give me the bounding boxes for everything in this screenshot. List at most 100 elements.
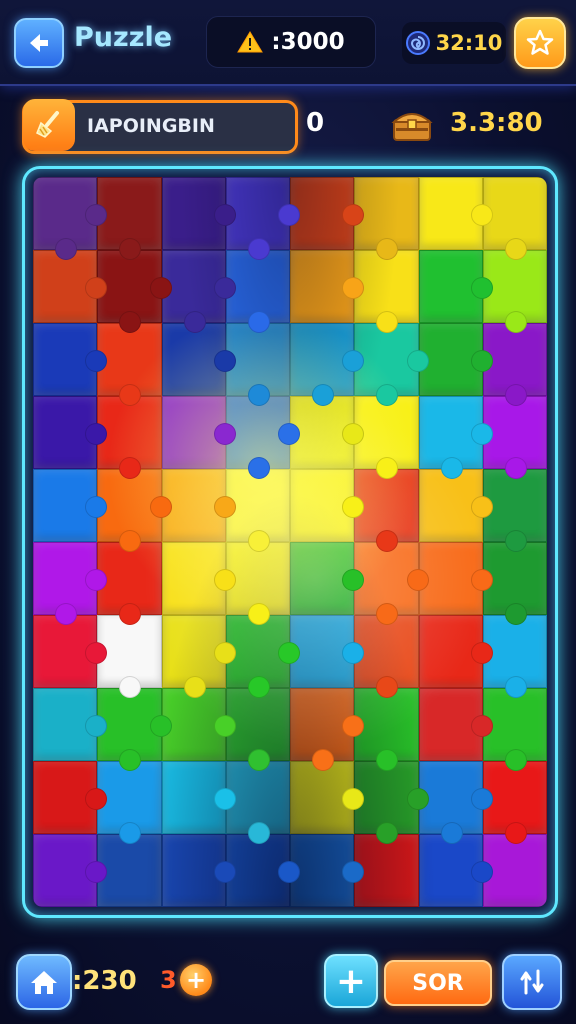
puzzle-piece[interactable] — [418, 177, 493, 250]
puzzle-piece[interactable] — [161, 396, 236, 469]
piece-tab — [504, 311, 527, 333]
timer-display: :3000 — [206, 16, 376, 68]
piece-tab — [470, 860, 493, 883]
piece-tab — [213, 422, 236, 445]
star-button[interactable] — [514, 17, 566, 69]
broom-button[interactable] — [23, 99, 75, 151]
puzzle-piece[interactable] — [161, 834, 236, 907]
piece-tab — [247, 676, 270, 698]
piece-tab — [504, 676, 527, 698]
piece-tab — [85, 276, 108, 299]
coin-counter: 32:10 — [402, 22, 506, 64]
puzzle-piece[interactable] — [290, 688, 365, 771]
piece-tab — [247, 384, 270, 406]
puzzle-piece[interactable] — [33, 177, 108, 260]
puzzle-piece[interactable] — [33, 615, 108, 688]
add-button[interactable]: + — [324, 954, 378, 1008]
piece-tab — [85, 495, 108, 518]
piece-tab — [149, 714, 172, 737]
puzzle-piece[interactable] — [290, 761, 365, 834]
piece-tab — [213, 641, 236, 664]
puzzle-piece[interactable] — [33, 688, 108, 761]
level-label: IAPOINGBIN — [87, 115, 215, 137]
piece-tab — [470, 276, 493, 299]
piece-tab — [406, 568, 429, 591]
piece-tab — [342, 349, 365, 372]
piece-tab — [55, 603, 78, 625]
shuffle-button[interactable] — [502, 954, 562, 1010]
piece-tab — [247, 530, 270, 552]
piece-tab — [470, 203, 493, 226]
puzzle-piece[interactable] — [33, 469, 108, 542]
piece-tab — [278, 203, 300, 226]
piece-tab — [504, 749, 527, 771]
puzzle-piece[interactable] — [290, 323, 365, 406]
moves-counter: :230 — [72, 958, 160, 1004]
piece-tab — [85, 860, 108, 883]
level-bar: IAPOINGBIN — [22, 99, 298, 154]
home-button[interactable] — [16, 954, 72, 1010]
piece-tab — [342, 641, 365, 664]
coin-value: 32:10 — [435, 31, 503, 55]
piece-tab — [213, 568, 236, 591]
piece-tab — [342, 276, 365, 299]
treasure-chest-icon — [391, 113, 433, 141]
piece-tab — [406, 349, 429, 372]
add-hint-button[interactable]: + — [180, 964, 212, 996]
puzzle-piece[interactable] — [161, 761, 236, 834]
piece-tab — [342, 422, 365, 445]
puzzle-piece[interactable] — [33, 761, 108, 834]
puzzle-grid — [33, 177, 547, 907]
puzzle-piece[interactable] — [161, 615, 236, 698]
hint-count: 3 — [160, 966, 177, 994]
puzzle-piece[interactable] — [418, 250, 493, 323]
puzzle-piece[interactable] — [161, 542, 236, 615]
piece-tab — [342, 495, 365, 518]
puzzle-piece[interactable] — [418, 834, 493, 907]
puzzle-piece[interactable] — [290, 250, 365, 323]
piece-tab — [85, 203, 108, 226]
page-title: Puzzle — [74, 22, 173, 53]
piece-tab — [213, 787, 236, 810]
puzzle-board — [22, 166, 558, 918]
piece-tab — [504, 384, 527, 406]
piece-tab — [247, 457, 270, 479]
puzzle-piece[interactable] — [33, 250, 108, 323]
piece-tab — [85, 714, 108, 737]
warning-icon — [237, 31, 264, 53]
piece-tab — [406, 787, 429, 810]
best-time-value: 3.3:80 — [450, 108, 543, 138]
piece-tab — [278, 422, 300, 445]
piece-tab — [470, 495, 493, 518]
home-icon — [31, 971, 57, 994]
sort-button[interactable]: SOR — [384, 960, 492, 1006]
puzzle-piece[interactable] — [418, 688, 493, 761]
piece-tab — [85, 568, 108, 591]
piece-tab — [85, 349, 108, 372]
puzzle-piece[interactable] — [418, 469, 493, 542]
puzzle-piece[interactable] — [33, 323, 108, 396]
puzzle-piece[interactable] — [33, 542, 108, 625]
piece-tab — [85, 422, 108, 445]
piece-tab — [213, 860, 236, 883]
piece-tab — [342, 568, 365, 591]
top-bar: Puzzle :3000 32:10 — [0, 0, 576, 86]
back-button[interactable] — [14, 18, 64, 68]
puzzle-piece[interactable] — [418, 615, 493, 688]
piece-tab — [470, 568, 493, 591]
puzzle-piece[interactable] — [290, 542, 365, 615]
puzzle-piece[interactable] — [33, 834, 108, 907]
puzzle-board-inner — [33, 177, 547, 907]
swirl-coin-icon — [405, 31, 430, 55]
puzzle-piece[interactable] — [161, 323, 236, 396]
puzzle-piece[interactable] — [33, 396, 108, 469]
piece-tab — [504, 457, 527, 479]
puzzle-piece[interactable] — [290, 469, 365, 542]
puzzle-piece[interactable] — [161, 177, 236, 250]
piece-tab — [470, 714, 493, 737]
piece-tab — [278, 860, 300, 883]
piece-tab — [470, 787, 493, 810]
star-icon — [526, 29, 554, 55]
piece-tab — [247, 822, 270, 844]
puzzle-piece[interactable] — [418, 396, 493, 479]
